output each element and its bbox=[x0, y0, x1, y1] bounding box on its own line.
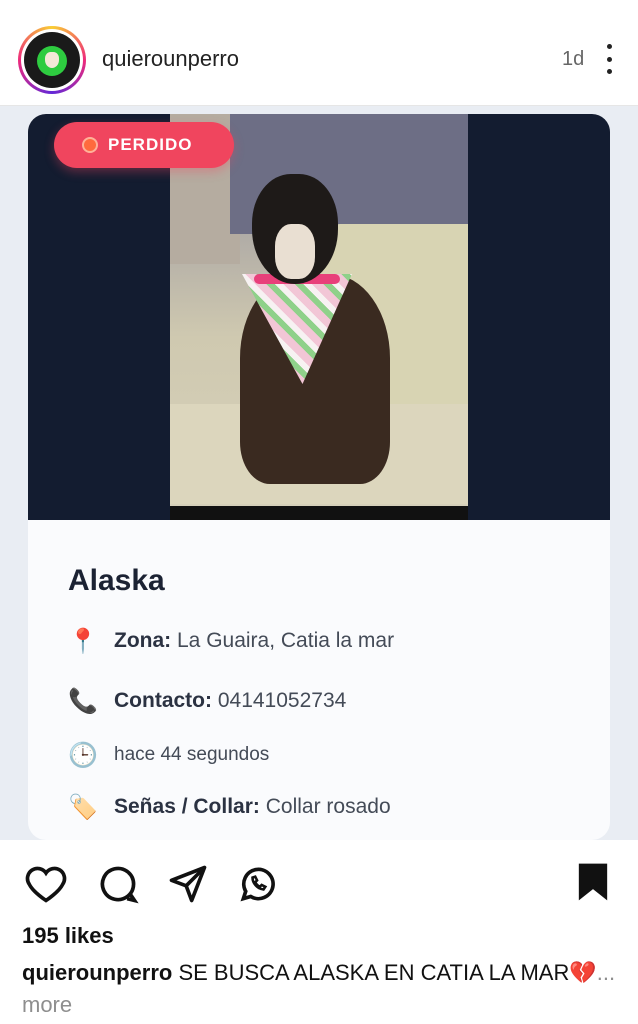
pet-info: Alaska 📍 Zona: La Guaira, Catia la mar 📞… bbox=[28, 520, 610, 840]
username[interactable]: quierounperro bbox=[102, 46, 239, 72]
share-send-icon[interactable] bbox=[166, 862, 210, 906]
caption-username[interactable]: quierounperro bbox=[22, 960, 172, 985]
zona-row: 📍 Zona: La Guaira, Catia la mar bbox=[64, 624, 394, 658]
zona-label: Zona: bbox=[114, 629, 172, 652]
dog-photo bbox=[170, 114, 468, 520]
photo-band: PERDIDO bbox=[28, 114, 610, 520]
contacto-value: 04141052734 bbox=[217, 689, 347, 712]
senas-label: Señas / Collar: bbox=[114, 795, 260, 818]
time-ago: hace 44 segundos bbox=[114, 744, 270, 765]
post-image[interactable]: PERDIDO Alaska 📍 Zona: La Guaira, Catia … bbox=[0, 106, 638, 840]
contacto-label: Contacto: bbox=[114, 689, 212, 712]
pet-name: Alaska bbox=[68, 564, 165, 597]
comment-icon[interactable] bbox=[96, 862, 140, 906]
more-options-icon[interactable] bbox=[604, 44, 614, 74]
dog-logo-icon bbox=[37, 46, 67, 76]
avatar-image bbox=[24, 32, 80, 88]
caption-text: SE BUSCA ALASKA EN CATIA LA MAR💔 bbox=[178, 960, 597, 985]
red-dot-icon bbox=[82, 137, 98, 153]
senas-row: 🏷️ Señas / Collar: Collar rosado bbox=[64, 790, 391, 824]
senas-value: Collar rosado bbox=[265, 795, 391, 818]
post-time: 1d bbox=[562, 48, 585, 70]
action-bar bbox=[0, 840, 638, 924]
clock-icon: 🕒 bbox=[68, 741, 98, 769]
zona-value: La Guaira, Catia la mar bbox=[177, 629, 395, 652]
contacto-row: 📞 Contacto: 04141052734 bbox=[64, 684, 346, 718]
avatar[interactable] bbox=[18, 26, 86, 94]
like-heart-icon[interactable] bbox=[24, 862, 68, 906]
lost-pet-card: PERDIDO Alaska 📍 Zona: La Guaira, Catia … bbox=[28, 114, 610, 840]
tag-icon: 🏷️ bbox=[68, 793, 98, 821]
bookmark-icon[interactable] bbox=[576, 862, 610, 902]
post-header: quierounperro 1d bbox=[0, 0, 638, 106]
caption: quierounperro SE BUSCA ALASKA EN CATIA L… bbox=[22, 957, 622, 1021]
status-badge-label: PERDIDO bbox=[108, 135, 193, 154]
status-badge: PERDIDO bbox=[54, 122, 234, 168]
phone-icon: 📞 bbox=[68, 687, 98, 715]
likes-count[interactable]: 195 likes bbox=[22, 923, 114, 949]
time-row: 🕒 hace 44 segundos bbox=[64, 738, 269, 772]
pin-icon: 📍 bbox=[68, 627, 98, 655]
whatsapp-icon[interactable] bbox=[236, 862, 280, 906]
